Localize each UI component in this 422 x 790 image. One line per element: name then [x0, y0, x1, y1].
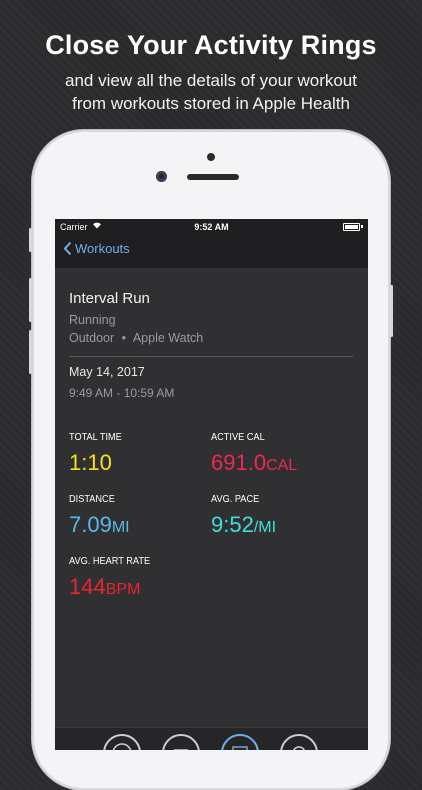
battery-tip [361, 225, 363, 228]
mute-switch [29, 228, 32, 252]
tab-bar [55, 727, 368, 750]
avg-pace-unit: /MI [253, 519, 277, 536]
total-time-value: 1:10 [69, 450, 112, 476]
avg-heart-rate-number: 144 [69, 574, 106, 599]
status-bar: Carrier 9:52 AM [55, 219, 368, 234]
status-time: 9:52 AM [194, 222, 229, 232]
promo-subline-2: from workouts stored in Apple Health [72, 94, 350, 113]
promo-subheadline: and view all the details of your workout… [0, 69, 422, 115]
back-button-label: Workouts [75, 241, 130, 256]
back-button[interactable]: Workouts [63, 241, 130, 256]
separator-dot: • [121, 331, 127, 345]
avg-pace-value: 9:52/MI [211, 512, 276, 538]
divider [69, 356, 353, 357]
activity-rings-icon [112, 743, 132, 750]
distance-number: 7.09 [69, 512, 112, 537]
active-cal-label: ACTIVE CAL [211, 432, 265, 443]
avg-heart-rate-label: AVG. HEART RATE [69, 556, 151, 567]
list-icon [174, 749, 188, 750]
promo-subline-1: and view all the details of your workout [65, 71, 357, 90]
power-button [390, 285, 393, 337]
earpiece-speaker [187, 174, 239, 180]
volume-up-button [29, 278, 32, 322]
tab-settings[interactable] [280, 734, 318, 750]
navigation-bar: Workouts [55, 234, 368, 268]
volume-down-button [29, 330, 32, 374]
avg-pace-number: 9:52 [211, 512, 254, 537]
avg-pace-label: AVG. PACE [211, 494, 260, 505]
battery-icon [343, 223, 360, 231]
proximity-sensor [207, 153, 215, 161]
workout-time-range: 9:49 AM - 10:59 AM [69, 386, 175, 400]
workout-type: Running [69, 313, 116, 327]
workout-device: Apple Watch [132, 331, 204, 345]
tab-activity[interactable] [103, 734, 141, 750]
active-cal-number: 691.0 [211, 450, 267, 475]
avg-heart-rate-value: 144BPM [69, 574, 140, 600]
chevron-left-icon [63, 241, 72, 256]
gear-icon [292, 746, 306, 750]
total-time-number: 1:10 [69, 450, 112, 475]
calendar-icon [232, 746, 248, 750]
active-cal-unit: CAL [266, 457, 298, 474]
workout-detail-card: Interval Run Running Outdoor • Apple Wat… [55, 268, 368, 750]
workout-date: May 14, 2017 [69, 365, 145, 379]
distance-label: DISTANCE [69, 494, 115, 505]
active-cal-value: 691.0CAL [211, 450, 297, 476]
front-camera [156, 171, 167, 182]
phone-screen: Carrier 9:52 AM Workouts Interval Run Ru… [55, 219, 368, 750]
workout-title: Interval Run [69, 290, 150, 307]
total-time-label: TOTAL TIME [69, 432, 122, 443]
distance-value: 7.09MI [69, 512, 130, 538]
promo-headline: Close Your Activity Rings [45, 30, 377, 60]
workout-source: Outdoor • Apple Watch [69, 331, 203, 345]
distance-unit: MI [111, 519, 130, 536]
tab-calendar[interactable] [221, 734, 259, 750]
tab-list[interactable] [162, 734, 200, 750]
avg-heart-rate-unit: BPM [105, 581, 141, 598]
workout-location: Outdoor [69, 331, 115, 345]
